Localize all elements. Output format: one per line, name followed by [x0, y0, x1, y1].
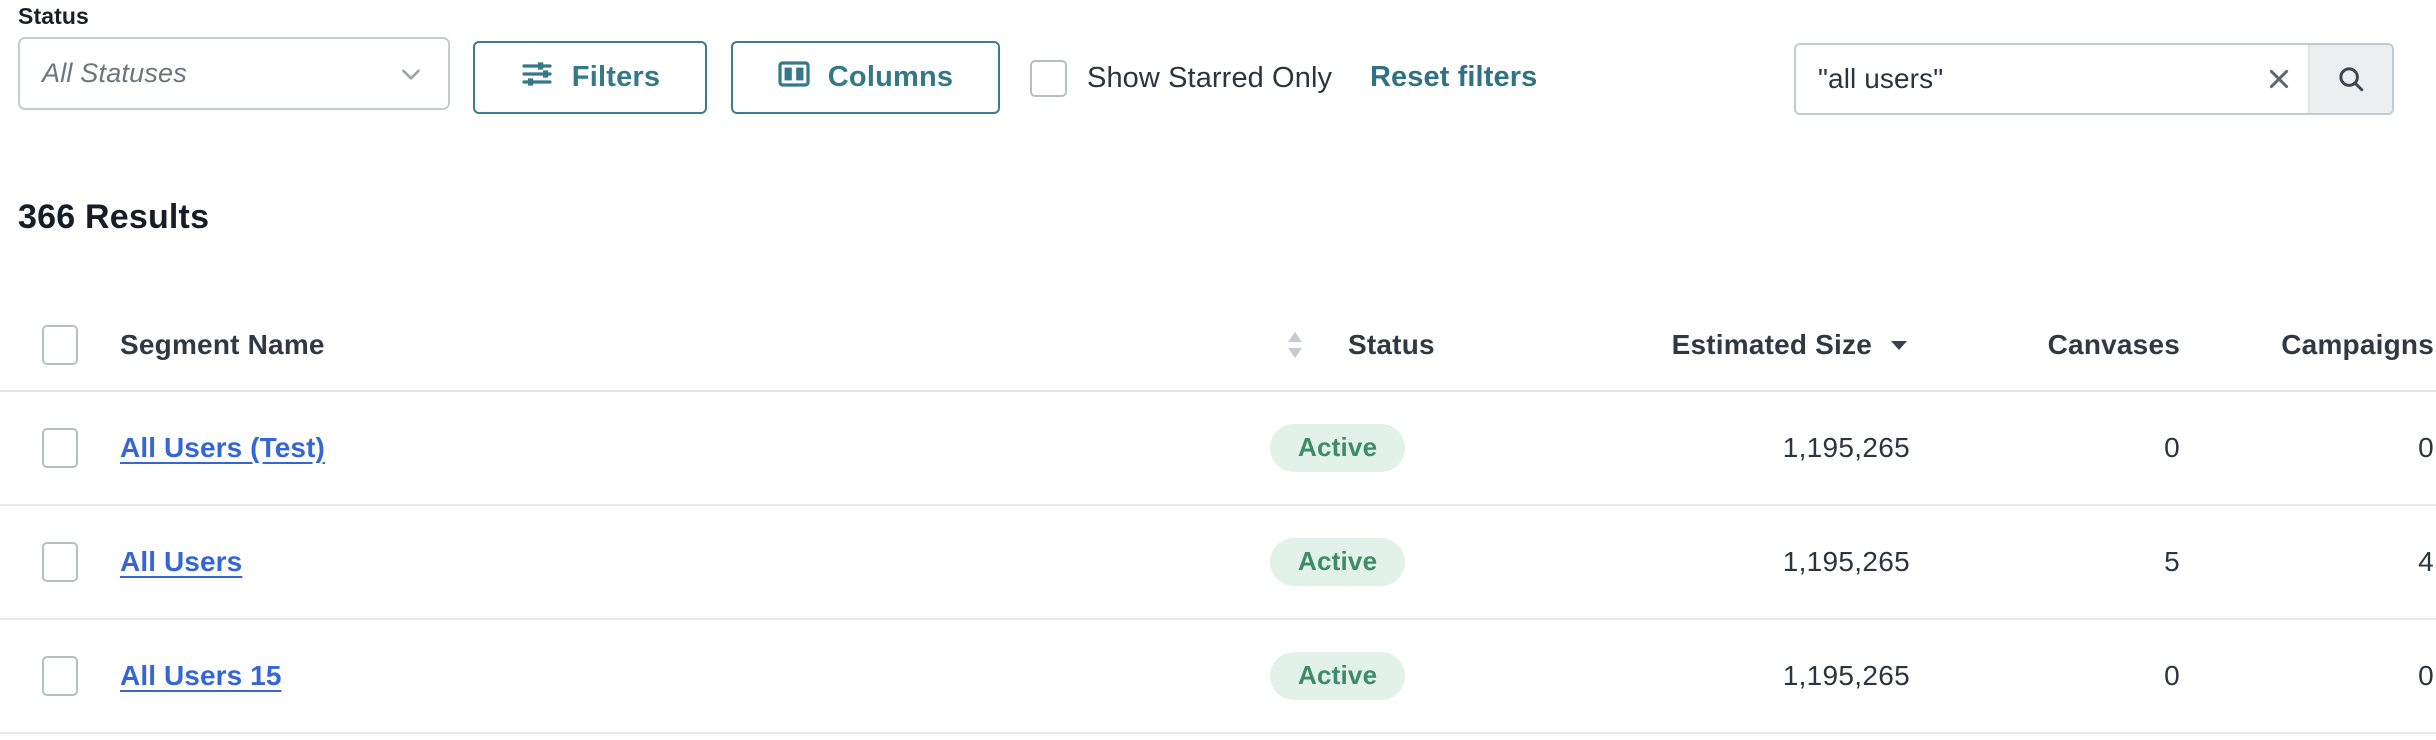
- status-select[interactable]: All Statuses: [18, 37, 450, 110]
- segments-table: Segment Name Status Estimated Size Canva…: [0, 300, 2436, 734]
- search-input[interactable]: [1796, 45, 2250, 113]
- column-header-campaigns[interactable]: Campaigns: [2180, 329, 2436, 361]
- row-select-cell: [0, 428, 120, 468]
- show-starred-label: Show Starred Only: [1087, 62, 1333, 94]
- campaigns-cell: 0: [2418, 660, 2434, 691]
- estimated-size-cell: 1,195,265: [1782, 660, 1910, 691]
- clear-search-icon[interactable]: [2250, 45, 2308, 113]
- filters-button[interactable]: Filters: [473, 41, 707, 114]
- table-header-row: Segment Name Status Estimated Size Canva…: [0, 300, 2436, 392]
- columns-icon: [778, 60, 810, 96]
- estimated-size-cell: 1,195,265: [1782, 432, 1910, 463]
- reset-filters-link[interactable]: Reset filters: [1370, 61, 1537, 94]
- status-badge: Active: [1270, 652, 1406, 700]
- row-checkbox[interactable]: [42, 542, 78, 582]
- row-select-cell: [0, 656, 120, 696]
- status-cell: Active: [1270, 424, 1600, 472]
- column-header-label: Canvases: [2047, 329, 2180, 360]
- column-header-label: Campaigns: [2281, 329, 2434, 360]
- sort-desc-icon: [1888, 338, 1910, 352]
- status-badge: Active: [1270, 424, 1406, 472]
- search-icon[interactable]: [2308, 45, 2392, 113]
- column-header-segment-name[interactable]: Segment Name: [120, 329, 1270, 361]
- search-box: [1794, 43, 2394, 115]
- filters-button-label: Filters: [571, 61, 661, 93]
- campaigns-cell: 0: [2418, 432, 2434, 463]
- show-starred-checkbox[interactable]: [1030, 60, 1067, 97]
- filter-toolbar: Status All Statuses Filters Columns Show…: [0, 0, 2436, 152]
- segment-name-link[interactable]: All Users 15: [120, 660, 282, 692]
- column-header-label: Status: [1348, 329, 1435, 360]
- canvases-cell: 0: [2164, 660, 2180, 691]
- canvases-cell: 5: [2164, 546, 2180, 577]
- segment-name-link[interactable]: All Users: [120, 546, 242, 578]
- table-row[interactable]: All Users 15 Active 1,195,265 0 0: [0, 620, 2436, 734]
- table-row[interactable]: All Users (Test) Active 1,195,265 0 0: [0, 392, 2436, 506]
- segment-name-cell: All Users 15: [120, 660, 1270, 692]
- status-filter-group: Status All Statuses: [18, 2, 450, 110]
- chevron-down-icon: [398, 61, 424, 87]
- estimated-size-cell: 1,195,265: [1782, 546, 1910, 577]
- select-all-cell: [0, 325, 120, 365]
- column-header-status[interactable]: Status: [1270, 328, 1600, 362]
- segment-name-link[interactable]: All Users (Test): [120, 432, 325, 464]
- sort-both-icon: [1284, 328, 1306, 362]
- segment-name-cell: All Users: [120, 546, 1270, 578]
- status-filter-label: Status: [18, 3, 89, 29]
- column-header-label: Segment Name: [120, 329, 325, 360]
- results-count: 366 Results: [18, 198, 210, 236]
- row-checkbox[interactable]: [42, 428, 78, 468]
- segments-list-page: Status All Statuses Filters Columns Show…: [0, 0, 2436, 740]
- sliders-icon: [520, 59, 554, 97]
- canvases-cell: 0: [2164, 432, 2180, 463]
- row-select-cell: [0, 542, 120, 582]
- row-checkbox[interactable]: [42, 656, 78, 696]
- column-header-canvases[interactable]: Canvases: [1910, 329, 2180, 361]
- select-all-checkbox[interactable]: [42, 325, 78, 365]
- campaigns-cell: 4: [2418, 546, 2434, 577]
- columns-button-label: Columns: [827, 61, 954, 93]
- column-header-estimated-size[interactable]: Estimated Size: [1600, 329, 1910, 361]
- column-header-label: Estimated Size: [1671, 329, 1872, 360]
- status-cell: Active: [1270, 652, 1600, 700]
- show-starred-only-toggle[interactable]: Show Starred Only: [1030, 60, 1332, 97]
- columns-button[interactable]: Columns: [731, 41, 1000, 114]
- segment-name-cell: All Users (Test): [120, 432, 1270, 464]
- status-cell: Active: [1270, 538, 1600, 586]
- table-row[interactable]: All Users Active 1,195,265 5 4: [0, 506, 2436, 620]
- status-select-value: All Statuses: [42, 58, 187, 88]
- status-badge: Active: [1270, 538, 1406, 586]
